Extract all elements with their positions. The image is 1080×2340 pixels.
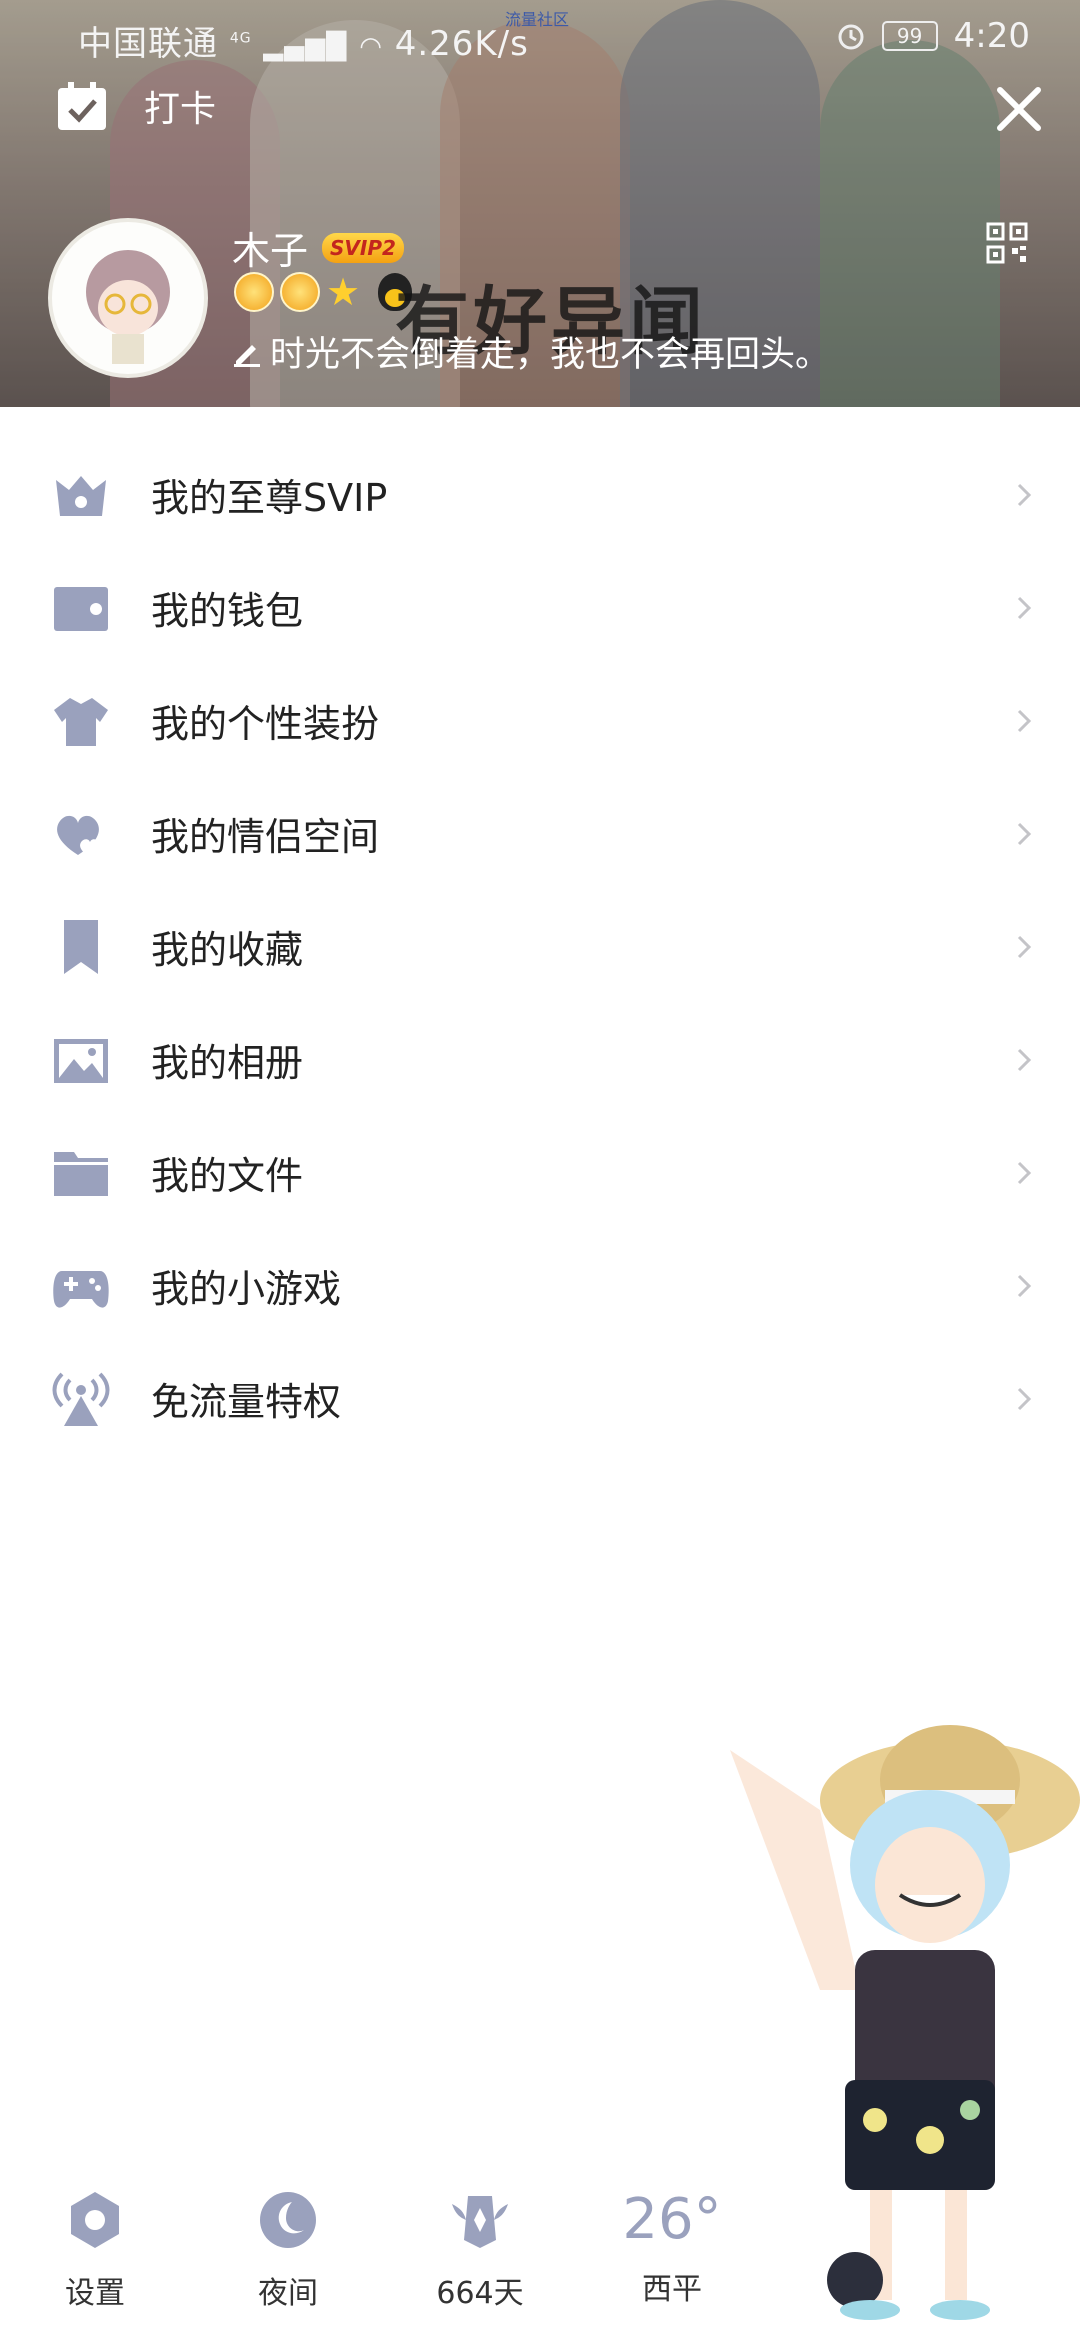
menu-item-svip[interactable]: 我的至尊SVIP (0, 438, 1080, 551)
menu-item-label: 我的文件 (151, 1154, 304, 1198)
moon-icon (260, 2192, 316, 2248)
vip-badge[interactable]: SVIP2 (322, 232, 404, 263)
status-left: 中国联通 4G ▂▄▆█ ◠ 4.26K/s (78, 16, 529, 65)
signature-row[interactable]: 时光不会倒着走，我也不会再回头。 (232, 326, 830, 377)
gear-icon (71, 2192, 119, 2248)
signal-icon: ▂▄▆█ (263, 32, 348, 62)
menu-item-couple[interactable]: 我的情侣空间 (0, 777, 1080, 890)
tshirt-icon (54, 698, 108, 746)
days-button[interactable]: 664天 (420, 2190, 540, 2312)
settings-button[interactable]: 设置 (35, 2190, 155, 2312)
settings-label: 设置 (65, 2276, 125, 2311)
hearts-icon (57, 815, 100, 857)
avatar-image (86, 250, 170, 364)
chevron-right-icon (1017, 1048, 1032, 1072)
menu-item-free-data[interactable]: 免流量特权 (0, 1342, 1080, 1455)
days-label: 664天 (436, 2276, 524, 2311)
chevron-right-icon (1017, 1274, 1032, 1298)
chevron-right-icon (1017, 1161, 1032, 1185)
menu-item-favorites[interactable]: 我的收藏 (0, 890, 1080, 1003)
menu-item-label: 我的小游戏 (151, 1267, 342, 1311)
signal-tower-icon (52, 1372, 110, 1426)
chevron-right-icon (1017, 822, 1032, 846)
folder-icon (54, 1152, 108, 1196)
menu-list: 我的至尊SVIP 我的钱包 我的个性装扮 我的情侣空间 我的收藏 我的相册 我的… (0, 438, 1080, 1455)
menu-item-label: 我的收藏 (151, 928, 304, 972)
checkin-label: 打卡 (144, 89, 217, 130)
status-center-text: 流量社区 (505, 10, 570, 29)
star-level-icon: ★ (326, 270, 361, 314)
image-icon (54, 1039, 108, 1083)
signature-text: 时光不会倒着走，我也不会再回头。 (270, 335, 831, 375)
profile-header: 中国联通 4G ▂▄▆█ ◠ 4.26K/s 流量社区 99 4:20 打卡 木… (0, 0, 1080, 407)
crown-level-icon (280, 272, 320, 312)
gamepad-icon (53, 1271, 109, 1308)
menu-item-label: 我的情侣空间 (151, 815, 380, 859)
chevron-right-icon (1017, 935, 1032, 959)
clock: 4:20 (953, 16, 1030, 56)
wallet-icon (54, 587, 108, 631)
carrier-name: 中国联通 (78, 24, 218, 64)
city-label: 西平 (642, 2272, 702, 2307)
username-row: 木子 SVIP2 (232, 220, 404, 275)
close-icon[interactable] (988, 78, 1050, 140)
wifi-icon: ◠ (359, 32, 383, 62)
menu-item-games[interactable]: 我的小游戏 (0, 1229, 1080, 1342)
menu-item-dressup[interactable]: 我的个性装扮 (0, 664, 1080, 777)
calendar-check-icon (58, 82, 106, 130)
chevron-right-icon (1017, 709, 1032, 733)
chevron-right-icon (1017, 596, 1032, 620)
alarm-icon (838, 24, 864, 50)
menu-item-wallet[interactable]: 我的钱包 (0, 551, 1080, 664)
menu-item-label: 免流量特权 (151, 1380, 342, 1424)
chevron-right-icon (1017, 1387, 1032, 1411)
vip-crown-icon (56, 476, 106, 516)
status-bar: 中国联通 4G ▂▄▆█ ◠ 4.26K/s 流量社区 99 4:20 (0, 10, 1080, 65)
status-right: 99 4:20 (836, 16, 1030, 56)
crown-level-icon (234, 272, 274, 312)
edit-icon (234, 344, 260, 367)
menu-item-album[interactable]: 我的相册 (0, 1003, 1080, 1116)
qr-code-icon[interactable] (986, 222, 1028, 264)
checkin-button[interactable]: 打卡 (56, 80, 216, 132)
battery-indicator: 99 (881, 21, 938, 51)
avatar[interactable] (48, 218, 208, 378)
level-row[interactable]: ★ (234, 270, 413, 314)
night-mode-button[interactable]: 夜间 (228, 2190, 348, 2312)
night-label: 夜间 (258, 2276, 318, 2311)
username: 木子 (232, 229, 309, 273)
winged-badge-icon (452, 2196, 508, 2248)
menu-item-label: 我的钱包 (151, 589, 304, 633)
menu-item-label: 我的至尊SVIP (151, 476, 388, 520)
bottom-bar: 设置 夜间 664天 26° 西平 (0, 2190, 1080, 2340)
weather-button[interactable]: 26° 西平 (612, 2190, 732, 2308)
net-speed: 4.26K/s (394, 24, 529, 64)
menu-item-files[interactable]: 我的文件 (0, 1116, 1080, 1229)
bookmark-icon (64, 920, 98, 974)
menu-item-label: 我的个性装扮 (151, 702, 380, 746)
network-type: 4G (229, 30, 252, 47)
chevron-right-icon (1017, 483, 1032, 507)
menu-item-label: 我的相册 (151, 1041, 304, 1085)
temperature: 26° (622, 2187, 722, 2252)
